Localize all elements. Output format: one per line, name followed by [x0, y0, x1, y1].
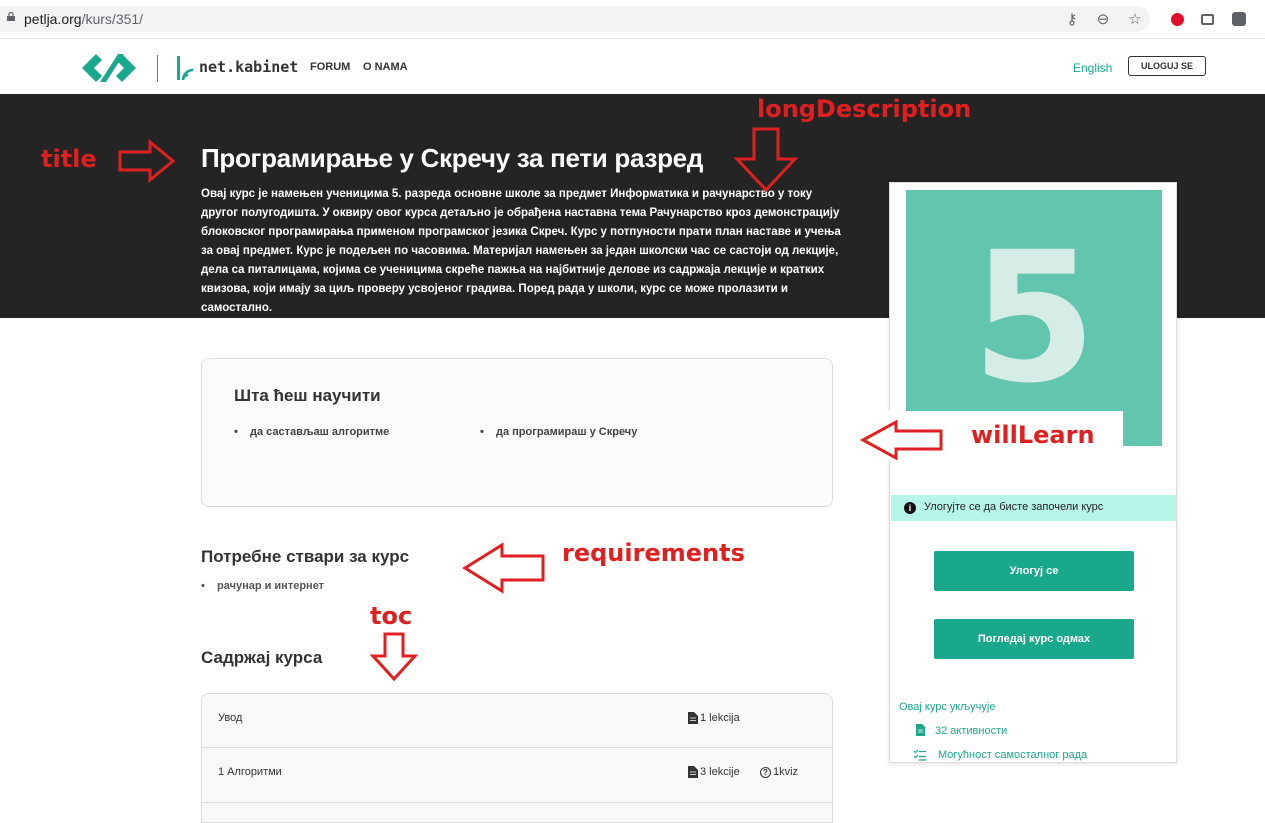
annotation-arrow-down-icon — [733, 127, 799, 193]
address-bar[interactable] — [0, 6, 1150, 32]
annotation-requirements: requirements — [562, 539, 745, 567]
opera-icon[interactable] — [1168, 10, 1186, 28]
document-icon — [688, 766, 698, 778]
includes-title: Овај курс укључује — [899, 701, 996, 713]
will-learn-title: Шта ћеш научити — [234, 386, 381, 405]
toc-row-lessons: 3 lekcije — [688, 766, 740, 778]
netkabinet-logo-icon[interactable] — [175, 54, 195, 82]
toc-row-name[interactable]: 1 Алгоритми — [218, 766, 282, 778]
profile-icon[interactable] — [1230, 10, 1248, 28]
annotation-will-learn: willLearn — [971, 421, 1095, 449]
checklist-icon — [914, 749, 926, 761]
petlja-logo-icon[interactable] — [80, 52, 138, 84]
document-icon — [916, 724, 925, 736]
includes-activities: 32 активности — [935, 725, 1008, 737]
star-icon[interactable]: ☆ — [1126, 10, 1144, 28]
info-icon: i — [904, 502, 916, 514]
lessons-count: 1 lekcija — [700, 712, 740, 724]
annotation-toc: toc — [370, 602, 413, 630]
includes-self-paced: Могућност самосталног рада — [938, 749, 1088, 761]
requirements-title: Потребне ствари за курс — [201, 547, 410, 566]
login-button[interactable]: Улогуј се — [934, 551, 1134, 591]
zoom-icon[interactable]: ⊖ — [1094, 10, 1112, 28]
cast-icon[interactable] — [1198, 10, 1216, 28]
brand-name[interactable]: net.kabinet — [199, 58, 298, 76]
quiz-count: 1kviz — [773, 766, 799, 778]
annotation-long-description: longDescription — [757, 95, 972, 123]
toc-row-quiz: ? 1kviz — [760, 766, 798, 778]
toc-title: Садржај курса — [201, 648, 323, 667]
toc-divider — [201, 802, 833, 803]
annotation-arrow-left-icon — [859, 419, 943, 461]
lock-icon — [7, 12, 15, 21]
annotation-arrow-down-icon — [369, 632, 419, 682]
course-long-description: Овај курс је намењен ученицима 5. разред… — [201, 188, 841, 314]
annotation-arrow-right-icon — [118, 138, 176, 184]
question-icon: ? — [760, 766, 771, 778]
annotation-arrow-left-icon — [462, 542, 545, 594]
toc-row-name[interactable]: Увод — [218, 712, 242, 724]
toc-row-lessons: 1 lekcija — [688, 712, 740, 724]
url-text[interactable]: petlja.org/kurs/351/ — [24, 11, 143, 27]
nav-o-nama[interactable]: O NAMA — [363, 61, 408, 73]
annotation-title: title — [41, 145, 97, 173]
login-notice-text: Улогујте се да бисте започели курс — [924, 501, 1104, 513]
preview-course-button[interactable]: Погледај курс одмах — [934, 619, 1134, 659]
logo-divider — [157, 55, 158, 82]
will-learn-item: да програмираш у Скречу — [480, 426, 637, 438]
document-icon — [688, 712, 698, 724]
course-title: Програмирање у Скречу за пети разред — [201, 143, 704, 173]
language-switch[interactable]: English — [1073, 61, 1112, 75]
toc-divider — [201, 747, 833, 748]
nav-forum[interactable]: FORUM — [310, 61, 350, 73]
will-learn-item: да састављаш алгоритме — [234, 426, 389, 438]
key-icon[interactable]: ⚷ — [1063, 10, 1081, 28]
login-button-top[interactable]: ULOGUJ SE — [1128, 56, 1206, 76]
lessons-count: 3 lekcije — [700, 766, 740, 778]
requirement-item: рачунар и интернет — [201, 580, 324, 592]
thumbnail-number: 5 — [971, 213, 1097, 423]
